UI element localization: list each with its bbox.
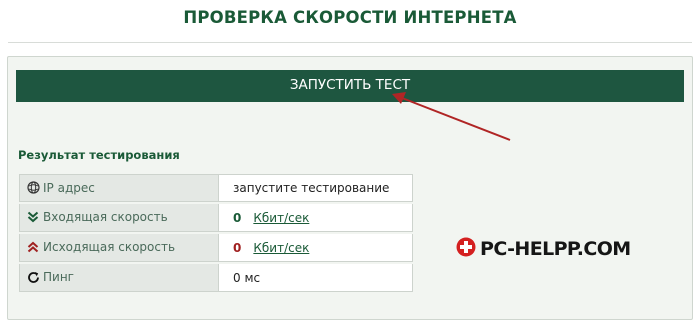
ping-value: 0 мс [233,270,261,285]
upload-value: 0 [233,240,242,255]
red-cross-icon [456,237,476,262]
download-label: Входящая скорость [43,210,168,225]
table-row-upload: Исходящая скорость 0 Кбит/сек [19,234,413,262]
download-unit-link[interactable]: Кбит/сек [253,211,309,225]
watermark-logo: PC-HELPP.COM [456,237,631,261]
title-divider [8,42,692,43]
results-title: Результат тестирования [18,148,180,162]
download-value: 0 [233,210,242,225]
ping-label: Пинг [43,270,74,285]
upload-chevron-icon [26,241,40,255]
results-table: IP адрес запустите тестирование Входящая… [19,174,413,292]
ip-label: IP адрес [43,180,95,195]
run-test-button-label: ЗАПУСТИТЬ ТЕСТ [289,77,411,93]
watermark-text: PC-HELPP.COM [480,238,631,260]
ip-value: запустите тестирование [233,181,390,195]
table-row-download: Входящая скорость 0 Кбит/сек [19,204,413,232]
upload-unit-link[interactable]: Кбит/сек [253,241,309,255]
table-row-ping: Пинг 0 мс [19,264,413,292]
download-chevron-icon [26,211,40,225]
table-row-ip: IP адрес запустите тестирование [19,174,413,202]
upload-label: Исходящая скорость [43,240,176,255]
refresh-icon [26,271,40,285]
speed-test-panel: ЗАПУСТИТЬ ТЕСТ Результат тестирования IP… [7,56,693,320]
page-title: ПРОВЕРКА СКОРОСТИ ИНТЕРНЕТА [183,8,517,27]
run-test-button[interactable]: ЗАПУСТИТЬ ТЕСТ [16,70,684,102]
globe-icon [26,181,40,195]
